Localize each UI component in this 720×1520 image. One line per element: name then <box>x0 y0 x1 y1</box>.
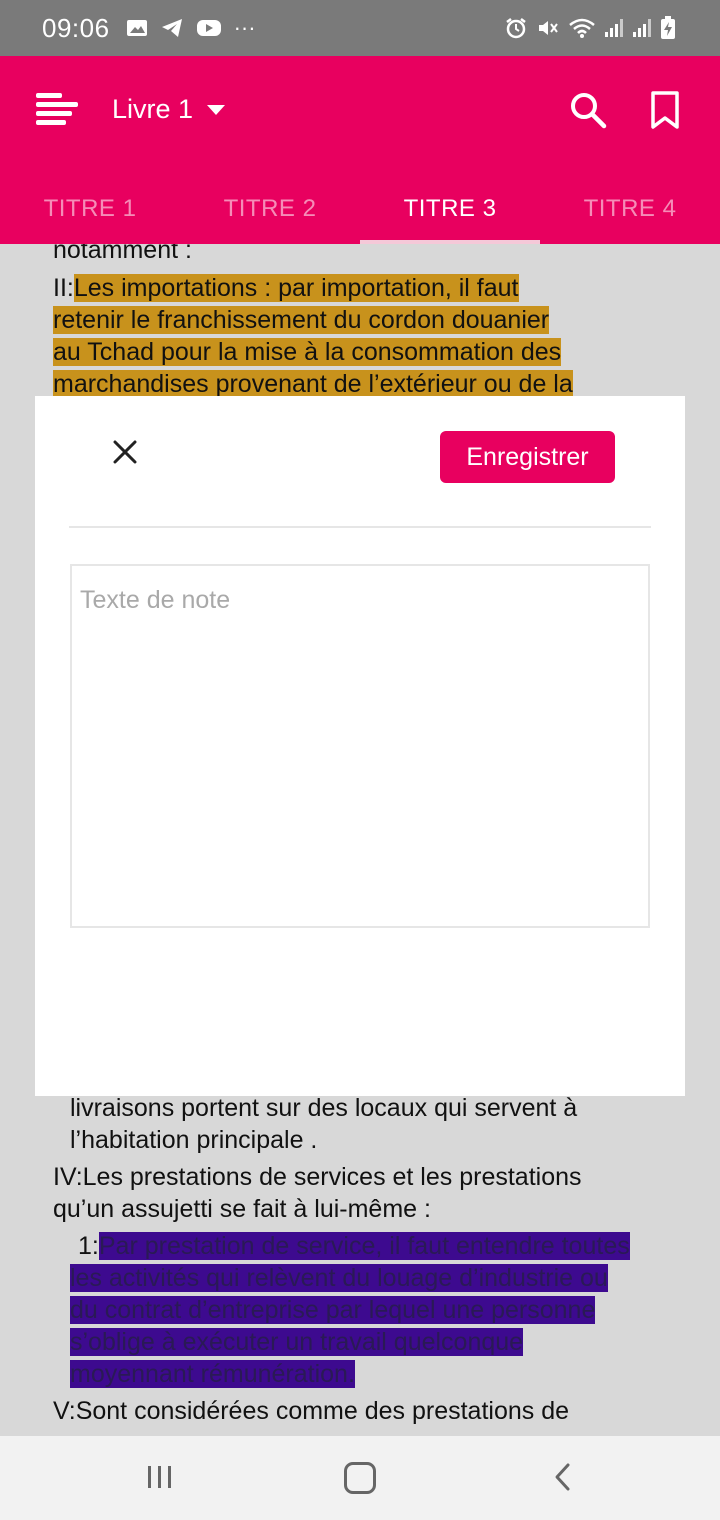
doc-line: du contrat d’entreprise par lequel une p… <box>70 1294 596 1326</box>
doc-line: notamment : <box>53 244 192 264</box>
alarm-icon <box>506 18 526 39</box>
telegram-icon <box>161 19 182 37</box>
signal-icon <box>633 19 651 37</box>
wifi-icon <box>569 18 595 38</box>
app-bar: Livre 1 TITRE 1 TITRE 2 TITRE 3 TITRE 4 <box>0 56 720 244</box>
highlighted-text[interactable]: les activités qui relèvent du louage d’i… <box>70 1264 608 1292</box>
book-selector[interactable]: Livre 1 <box>112 94 226 125</box>
status-right-icons <box>504 16 676 40</box>
note-text-box <box>70 564 650 928</box>
doc-line: 1:Par prestation de service, il faut ent… <box>78 1230 630 1262</box>
note-text-input[interactable] <box>72 566 648 926</box>
doc-line: V:Sont considérées comme des prestations… <box>53 1397 570 1425</box>
highlighted-text[interactable]: marchandises provenant de l’extérieur ou… <box>53 370 573 398</box>
back-icon[interactable] <box>552 1462 572 1492</box>
highlighted-text[interactable]: s’oblige à exécuter un travail quelconqu… <box>70 1328 524 1356</box>
tab-titre-1[interactable]: TITRE 1 <box>0 174 180 244</box>
save-button[interactable]: Enregistrer <box>440 431 615 483</box>
doc-line: retenir le franchissement du cordon doua… <box>53 304 550 336</box>
doc-line: les activités qui relèvent du louage d’i… <box>70 1262 608 1294</box>
note-dialog: Enregistrer <box>35 396 685 1096</box>
doc-line: livraisons portent sur des locaux qui se… <box>70 1094 578 1122</box>
doc-line: moyennant rémunération. <box>70 1358 355 1390</box>
mute-icon <box>539 21 558 35</box>
doc-line: s’oblige à exécuter un travail quelconqu… <box>70 1326 524 1358</box>
bookmark-icon[interactable] <box>648 90 682 130</box>
status-time: 09:06 <box>42 12 110 43</box>
highlighted-text[interactable]: Par prestation de service, il faut enten… <box>98 1232 630 1260</box>
more-dots-icon: ··· <box>233 15 256 40</box>
tab-titre-2[interactable]: TITRE 2 <box>180 174 360 244</box>
signal-icon <box>605 19 623 37</box>
divider <box>69 526 651 528</box>
highlighted-text[interactable]: moyennant rémunération. <box>70 1360 355 1388</box>
search-icon[interactable] <box>568 90 608 130</box>
youtube-icon <box>196 20 221 36</box>
tab-titre-3[interactable]: TITRE 3 <box>360 174 540 244</box>
status-left-icons: ··· <box>126 17 256 39</box>
status-bar: 09:06 ··· <box>0 0 720 56</box>
gallery-icon <box>126 20 147 36</box>
book-selector-label: Livre 1 <box>112 94 194 124</box>
tab-bar: TITRE 1 TITRE 2 TITRE 3 TITRE 4 <box>0 174 720 244</box>
close-icon[interactable] <box>107 434 143 470</box>
doc-line: l’habitation principale . <box>70 1126 318 1154</box>
doc-line: II:Les importations : par importation, i… <box>53 272 519 304</box>
dropdown-arrow-icon <box>207 104 226 115</box>
doc-line-prefix: 1: <box>78 1232 99 1260</box>
tab-titre-4[interactable]: TITRE 4 <box>540 174 720 244</box>
highlighted-text[interactable]: au Tchad pour la mise à la consommation … <box>53 338 562 366</box>
highlighted-text[interactable]: retenir le franchissement du cordon doua… <box>53 306 550 334</box>
highlighted-text[interactable]: Les importations : par importation, il f… <box>73 274 519 302</box>
recent-apps-icon[interactable] <box>146 1463 174 1491</box>
home-icon[interactable] <box>344 1462 376 1494</box>
doc-line: IV:Les prestations de services et les pr… <box>53 1163 582 1191</box>
system-nav-bar <box>0 1436 720 1520</box>
doc-line-prefix: II: <box>53 274 74 302</box>
battery-charging-icon <box>661 16 675 39</box>
doc-line: au Tchad pour la mise à la consommation … <box>53 336 562 368</box>
highlighted-text[interactable]: du contrat d’entreprise par lequel une p… <box>70 1296 596 1324</box>
doc-line: qu’un assujetti se fait à lui-même : <box>53 1195 431 1223</box>
menu-icon[interactable] <box>36 90 78 130</box>
